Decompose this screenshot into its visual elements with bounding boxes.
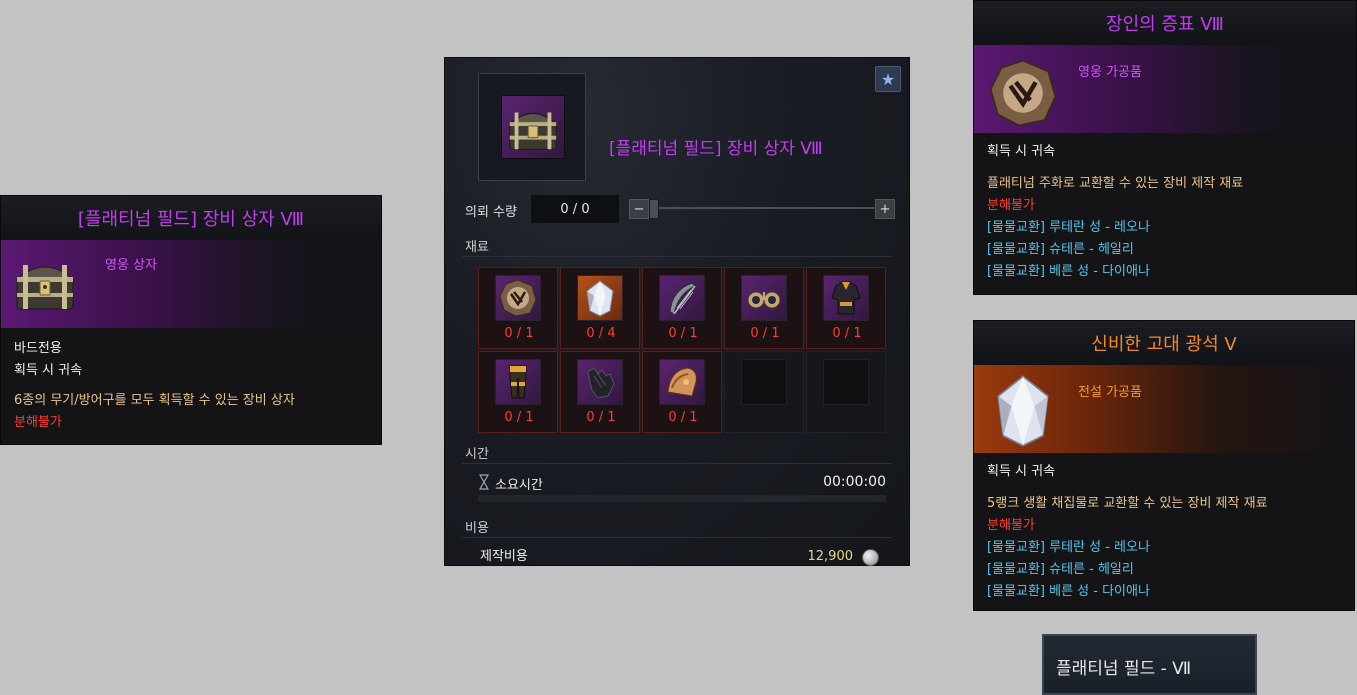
material-slot-earring[interactable]: 0 / 1 bbox=[724, 267, 804, 349]
ore-description: 5랭크 생활 채집물로 교환할 수 있는 장비 제작 재료 bbox=[987, 496, 1268, 511]
quantity-field[interactable]: 0 / 0 bbox=[531, 195, 619, 223]
craft-window: ★ [플래티넘 필드] 장비 상자 Ⅷ 의뢰 수량 0 / 0 − + 재료 0… bbox=[444, 57, 910, 566]
proof-description: 플래티넘 주화로 교환할 수 있는 장비 제작 재료 bbox=[987, 176, 1244, 191]
material-count: 0 / 1 bbox=[750, 326, 780, 341]
material-count: 0 / 1 bbox=[504, 410, 534, 425]
product-icon-slot[interactable] bbox=[501, 95, 565, 159]
material-slot-empty bbox=[724, 351, 804, 433]
time-row-label: 소요시간 bbox=[495, 478, 543, 493]
treasure-chest-icon bbox=[508, 112, 558, 150]
material-slot-shoulder[interactable]: 0 / 1 bbox=[642, 351, 722, 433]
time-divider bbox=[462, 463, 892, 464]
gloves-icon bbox=[577, 359, 623, 405]
product-name: [플래티넘 필드] 장비 상자 Ⅷ bbox=[609, 139, 823, 159]
material-slot-ore[interactable]: 0 / 4 bbox=[560, 267, 640, 349]
ore-grade: 전설 가공품 bbox=[1078, 385, 1142, 400]
cost-label: 비용 bbox=[465, 521, 489, 536]
tooltip-title-bar: 신비한 고대 광석 Ⅴ bbox=[974, 321, 1354, 365]
item-title: [플래티넘 필드] 장비 상자 Ⅷ bbox=[77, 209, 305, 230]
exchange-line: [물물교환] 슈테른 - 헤일리 bbox=[987, 562, 1134, 577]
time-label: 시간 bbox=[465, 447, 489, 462]
leg-armor-icon bbox=[495, 359, 541, 405]
bind-text: 획득 시 귀속 bbox=[14, 363, 83, 378]
disassemble-text: 분해불가 bbox=[987, 518, 1035, 533]
empty-slot bbox=[741, 359, 787, 405]
ore-title: 신비한 고대 광석 Ⅴ bbox=[1091, 334, 1237, 355]
chest-armor-icon bbox=[823, 275, 869, 321]
exchange-line: [물물교환] 베른 성 - 다이애나 bbox=[987, 264, 1150, 279]
material-slot-gloves[interactable]: 0 / 1 bbox=[560, 351, 640, 433]
exchange-line: [물물교환] 루테란 성 - 레오나 bbox=[987, 540, 1150, 555]
field-label-box[interactable]: 플래티넘 필드 - Ⅶ bbox=[1042, 634, 1257, 695]
proof-medal-icon bbox=[987, 57, 1059, 129]
plus-icon: + bbox=[879, 201, 891, 217]
silver-coin-icon bbox=[862, 549, 879, 566]
material-slot-proof[interactable]: 0 / 1 bbox=[478, 267, 558, 349]
tooltip-title-bar: [플래티넘 필드] 장비 상자 Ⅷ bbox=[1, 196, 381, 240]
material-slot-legs[interactable]: 0 / 1 bbox=[478, 351, 558, 433]
proof-hero-band: 영웅 가공품 bbox=[974, 45, 1356, 133]
exchange-line: [물물교환] 베른 성 - 다이애나 bbox=[987, 584, 1150, 599]
treasure-chest-icon bbox=[13, 253, 77, 315]
disassemble-text: 분해불가 bbox=[14, 415, 62, 430]
material-slot-empty bbox=[806, 351, 886, 433]
minus-icon: − bbox=[633, 201, 645, 217]
material-count: 0 / 1 bbox=[586, 410, 616, 425]
cost-divider bbox=[462, 537, 892, 538]
time-value: 00:00:00 bbox=[823, 474, 886, 490]
time-progress-bar bbox=[478, 495, 886, 502]
hourglass-icon bbox=[478, 474, 490, 490]
cost-row-label: 제작비용 bbox=[480, 549, 528, 564]
material-count: 0 / 4 bbox=[586, 326, 616, 341]
disassemble-text: 분해불가 bbox=[987, 198, 1035, 213]
bind-text: 획득 시 귀속 bbox=[987, 464, 1056, 479]
material-count: 0 / 1 bbox=[668, 326, 698, 341]
quantity-plus-button[interactable]: + bbox=[875, 199, 895, 219]
material-count: 0 / 1 bbox=[504, 326, 534, 341]
quantity-value: 0 / 0 bbox=[560, 201, 590, 217]
quantity-label: 의뢰 수량 bbox=[465, 205, 517, 220]
bind-text: 획득 시 귀속 bbox=[987, 144, 1056, 159]
exchange-line: [물물교환] 루테란 성 - 레오나 bbox=[987, 220, 1150, 235]
material-slot-chest[interactable]: 0 / 1 bbox=[806, 267, 886, 349]
quantity-minus-button[interactable]: − bbox=[629, 199, 649, 219]
proof-tooltip: 장인의 증표 Ⅷ 영웅 가공품 획득 시 귀속 플래티넘 주화로 교환할 수 있… bbox=[973, 0, 1357, 295]
ore-crystal-icon bbox=[577, 275, 623, 321]
proof-medal-icon bbox=[495, 275, 541, 321]
product-frame bbox=[478, 73, 586, 181]
material-slot-weapon[interactable]: 0 / 1 bbox=[642, 267, 722, 349]
proof-grade: 영웅 가공품 bbox=[1078, 65, 1142, 80]
star-icon[interactable]: ★ bbox=[875, 66, 901, 92]
class-restriction: 바드전용 bbox=[14, 341, 62, 356]
material-count: 0 / 1 bbox=[832, 326, 862, 341]
ore-hero-band: 전설 가공품 bbox=[974, 365, 1354, 453]
ore-crystal-icon bbox=[990, 373, 1056, 449]
equipment-box-tooltip: [플래티넘 필드] 장비 상자 Ⅷ 영웅 상자 바드전용 획득 시 귀속 6종의… bbox=[0, 195, 382, 445]
proof-title: 장인의 증표 Ⅷ bbox=[1106, 14, 1224, 35]
materials-label: 재료 bbox=[465, 240, 489, 255]
empty-slot bbox=[823, 359, 869, 405]
item-grade: 영웅 상자 bbox=[105, 258, 157, 273]
item-description: 6종의 무기/방어구를 모두 획득할 수 있는 장비 상자 bbox=[14, 393, 295, 408]
quantity-slider-handle[interactable] bbox=[649, 199, 659, 219]
materials-divider bbox=[462, 256, 892, 257]
harp-icon bbox=[659, 275, 705, 321]
exchange-line: [물물교환] 슈테른 - 헤일리 bbox=[987, 242, 1134, 257]
ore-tooltip: 신비한 고대 광석 Ⅴ 전설 가공품 획득 시 귀속 5랭크 생활 채집물로 교… bbox=[973, 320, 1355, 611]
item-hero-band: 영웅 상자 bbox=[1, 240, 381, 328]
field-label: 플래티넘 필드 - Ⅶ bbox=[1056, 659, 1192, 679]
quantity-slider-track[interactable] bbox=[651, 207, 875, 209]
cost-value: 12,900 bbox=[807, 549, 854, 564]
shoulder-armor-icon bbox=[659, 359, 705, 405]
tooltip-title-bar: 장인의 증표 Ⅷ bbox=[974, 1, 1356, 45]
earring-icon bbox=[741, 275, 787, 321]
material-count: 0 / 1 bbox=[668, 410, 698, 425]
